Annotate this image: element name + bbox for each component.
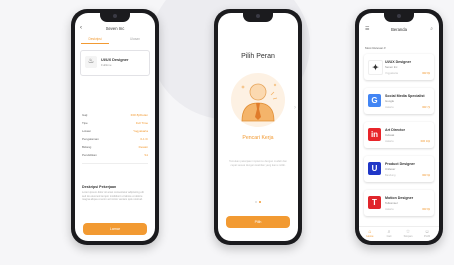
detail-row: Tipe Full Time	[82, 121, 148, 126]
pager-dots	[218, 190, 298, 208]
divider	[82, 163, 148, 164]
detail-value: Yogyakarta	[133, 129, 148, 133]
job-type: Fulltime	[101, 63, 112, 67]
company-logo: ✦	[368, 60, 383, 75]
description-text: Lorem ipsum dolor sit amet consectetur a…	[82, 191, 144, 202]
phone-home: ☰ Beranda ⌕ Most Relevan ▾ ✦ UI/UX Design…	[355, 9, 443, 245]
job-title: Motion Designer	[385, 196, 414, 200]
job-salary: IDR 9jt	[422, 174, 430, 177]
job-detail-screen: ‹ Seven Inc Deskripsi Ulasan ♨ UI/UX Des…	[75, 13, 155, 241]
detail-row: Pengalaman 0-1 th	[82, 137, 148, 142]
detail-label: Lokasi	[82, 129, 91, 133]
detail-value: Desain	[138, 145, 148, 149]
job-title: UI/UX Designer	[385, 60, 411, 64]
bottom-nav: ⌂ Home ⌕ Cari ☆ Simpan ☺ Profil	[359, 226, 439, 241]
detail-label: Gaji	[82, 113, 88, 117]
nav-item-cari[interactable]: ⌕ Cari	[381, 229, 397, 238]
company-name: Seven Inc	[385, 65, 398, 69]
detail-value: 0-1 th	[140, 137, 148, 141]
company-name: Unilever	[385, 167, 396, 171]
flame-logo-icon: ♨	[85, 56, 97, 68]
job-salary: IDR 8jt	[422, 208, 430, 211]
company-name: Indosat	[385, 133, 395, 137]
pager-dot-active[interactable]	[258, 201, 261, 203]
job-location: Yogyakarta	[385, 72, 398, 75]
role-name: Pencari Kerja	[242, 135, 274, 141]
filter-label: Most Relevan	[365, 46, 384, 50]
phone-notch	[384, 13, 414, 22]
detail-label: Tipe	[82, 121, 88, 125]
detail-label: Pendidikan	[82, 153, 97, 157]
nav-item-profil[interactable]: ☺ Profil	[419, 229, 435, 238]
nav-label: Profil	[424, 235, 430, 238]
company-logo: in	[368, 128, 381, 141]
job-location: Jakarta	[385, 208, 394, 211]
worker-with-tie-icon	[231, 73, 285, 127]
home-screen: ☰ Beranda ⌕ Most Relevan ▾ ✦ UI/UX Design…	[359, 13, 439, 241]
pager-dot[interactable]	[255, 201, 258, 203]
job-summary-card: ♨ UI/UX Designer Fulltime	[80, 50, 150, 76]
job-title: UI/UX Designer	[101, 58, 129, 62]
phone-notch	[243, 13, 273, 22]
company-name: Telkomsel	[385, 201, 398, 205]
page-title: Beranda	[391, 27, 407, 32]
job-list-item[interactable]: U Product Designer Unilever Bandung IDR 9jt	[364, 156, 434, 182]
role-description: Temukan pekerjaan impianmu dengan mudah …	[229, 160, 287, 167]
nav-label: Cari	[386, 235, 392, 238]
job-salary: IDR 8jt	[422, 72, 430, 75]
job-list-item[interactable]: ✦ UI/UX Designer Seven Inc Yogyakarta IDR 8j…	[364, 54, 434, 80]
detail-label: Pengalaman	[82, 137, 99, 141]
filter-dropdown[interactable]: Most Relevan ▾	[365, 46, 386, 50]
job-title: Product Designer	[385, 162, 415, 166]
nav-item-home[interactable]: ⌂ Home	[362, 229, 378, 238]
company-logo: T	[368, 196, 381, 209]
detail-row: Lokasi Yogyakarta	[82, 129, 148, 134]
job-location: Jakarta	[385, 140, 394, 143]
description-title: Deskripsi Pekerjaan	[82, 185, 117, 189]
page-title: Pilih Peran	[241, 53, 275, 60]
tab-bar: Deskripsi Ulasan	[75, 37, 155, 45]
page-title: Seven Inc	[105, 26, 125, 31]
pick-role-screen: Pilih Peran › Pencari Kerja Temukan peke…	[218, 13, 298, 241]
detail-value: S1	[144, 153, 148, 157]
nav-label: Simpan	[403, 235, 413, 238]
search-icon[interactable]: ⌕	[430, 26, 433, 32]
nav-item-simpan[interactable]: ☆ Simpan	[400, 229, 416, 238]
company-logo: U	[368, 162, 381, 175]
phone-job-detail: ‹ Seven Inc Deskripsi Ulasan ♨ UI/UX Des…	[71, 9, 159, 245]
job-list-item[interactable]: G Social Media Specialist Google Jakarta IDR…	[364, 88, 434, 114]
job-salary: IDR 10jt	[420, 140, 430, 143]
company-logo: G	[368, 94, 381, 107]
nav-label: Home	[366, 235, 374, 238]
next-arrow-icon[interactable]: ›	[294, 105, 296, 111]
detail-row: Gaji IDR 8jt/bulan	[82, 113, 148, 118]
tab-deskripsi[interactable]: Deskripsi	[75, 37, 115, 41]
phone-pick-role: Pilih Peran › Pencari Kerja Temukan peke…	[214, 9, 302, 245]
tab-ulasan[interactable]: Ulasan	[115, 37, 155, 41]
job-salary: IDR 7jt	[422, 106, 430, 109]
job-list-item[interactable]: in Art Director Indosat Jakarta IDR 10jt	[364, 122, 434, 148]
detail-value: IDR 8jt/bulan	[130, 113, 148, 117]
detail-row: Bidang Desain	[82, 145, 148, 150]
job-title: Art Director	[385, 128, 405, 132]
job-title: Social Media Specialist	[385, 94, 425, 98]
tab-indicator	[81, 43, 109, 44]
job-list-item[interactable]: T Motion Designer Telkomsel Jakarta IDR 8jt	[364, 190, 434, 216]
detail-value: Full Time	[135, 121, 148, 125]
apply-button[interactable]: Lamar	[83, 223, 147, 235]
detail-row: Pendidikan S1	[82, 153, 148, 158]
choose-button[interactable]: Pilih	[226, 216, 290, 228]
job-location: Bandung	[385, 174, 396, 177]
detail-label: Bidang	[82, 145, 92, 149]
phone-notch	[100, 13, 130, 22]
job-location: Jakarta	[385, 106, 394, 109]
company-name: Google	[385, 99, 395, 103]
